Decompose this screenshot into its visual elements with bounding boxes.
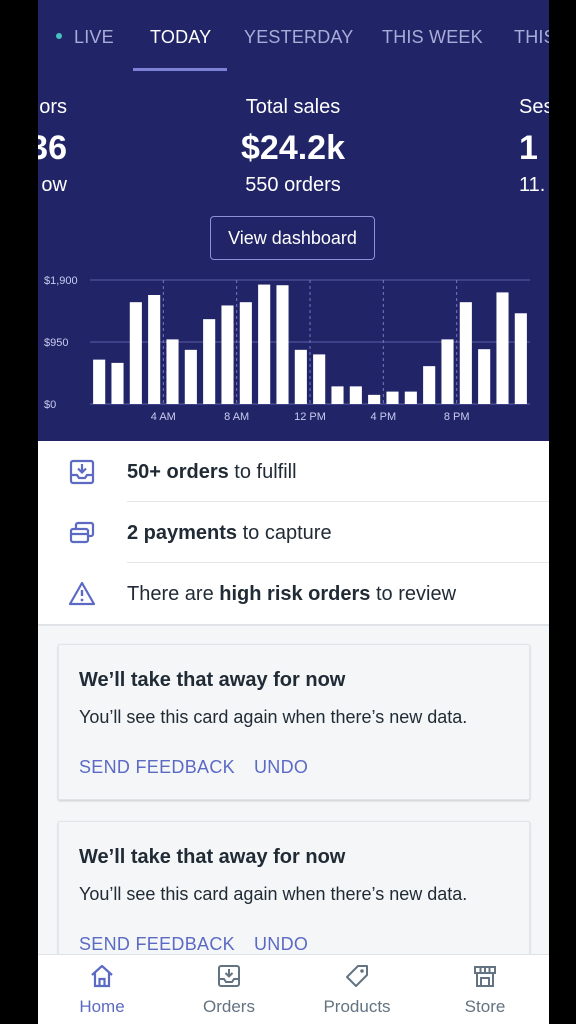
sales-overview-header: LIVE TODAY YESTERDAY THIS WEEK THIS ors …: [38, 0, 549, 441]
metric-orders-label: ors: [39, 96, 67, 118]
nav-products-label: Products: [323, 997, 391, 1016]
card-body: You’ll see this card again when there’s …: [79, 707, 468, 727]
undo-button[interactable]: UNDO: [254, 757, 308, 778]
chart-bar: [349, 386, 362, 404]
nav-home-label: Home: [79, 997, 125, 1016]
task-payments-to-capture[interactable]: 2 payments to capture: [38, 502, 549, 563]
x-tick-label: 4 PM: [370, 411, 396, 423]
nav-store-label: Store: [464, 997, 506, 1016]
chart-bar: [441, 339, 454, 404]
metric-sessions-label: Ses: [519, 96, 549, 118]
chart-bar: [184, 349, 197, 404]
metric-orders-sub: ow: [41, 174, 67, 196]
store-icon: [474, 966, 496, 987]
metric-sessions-value: 1: [519, 129, 538, 167]
metric-sessions-partial[interactable]: Ses 1 11.: [519, 96, 549, 197]
total-sales-value: $24.2k: [241, 129, 345, 167]
task-payments-bold: 2 payments: [127, 522, 238, 544]
live-indicator-dot: [56, 33, 62, 40]
y-tick-label: $950: [44, 337, 68, 349]
metric-total-sales[interactable]: Total sales $24.2k 550 orders: [193, 96, 393, 197]
chart-bar: [258, 284, 271, 404]
card-title: We’ll take that away for now: [79, 669, 346, 691]
chart-bar: [496, 292, 509, 404]
warning-triangle-icon: [68, 581, 96, 606]
tab-this-week[interactable]: THIS WEEK: [382, 27, 483, 48]
tab-this-month[interactable]: THIS: [514, 27, 549, 48]
send-feedback-button[interactable]: SEND FEEDBACK: [79, 757, 235, 778]
y-tick-label: $0: [44, 399, 56, 411]
tab-yesterday[interactable]: YESTERDAY: [244, 27, 354, 48]
task-payments-rest: to capture: [237, 522, 332, 544]
chart-bar: [166, 339, 179, 404]
tag-icon: [346, 965, 368, 987]
active-tab-indicator: [133, 68, 227, 71]
nav-orders-label: Orders: [203, 997, 255, 1016]
chart-bar: [404, 391, 417, 404]
task-list: 50+ orders to fulfill 2 payments to capt…: [38, 441, 549, 626]
chart-bar: [368, 394, 381, 404]
tab-live-label: LIVE: [74, 27, 114, 47]
undo-button[interactable]: UNDO: [254, 934, 308, 955]
chart-bar: [294, 349, 307, 404]
task-risk-text: There are high risk orders to review: [127, 583, 456, 606]
chart-bar: [423, 366, 436, 404]
chart-bar: [478, 349, 491, 404]
inbox-download-icon: [69, 459, 95, 485]
x-tick-label: 12 PM: [294, 411, 326, 423]
chart-bar: [313, 354, 326, 404]
nav-store[interactable]: Store: [425, 955, 545, 1024]
chart-bar: [276, 285, 289, 404]
metric-sessions-sub: 11.: [519, 174, 546, 196]
total-sales-orders: 550 orders: [245, 174, 341, 196]
chart-bar: [459, 302, 472, 404]
task-orders-text: 50+ orders to fulfill: [127, 461, 297, 484]
sales-bar-chart: $1,900 $950 $0 4 AM 8 AM 12 PM 4 PM 8 PM: [38, 265, 549, 441]
chart-bar: [331, 386, 344, 404]
bottom-navigation: Home Orders Products Store: [38, 954, 549, 1024]
card-body: You’ll see this card again when there’s …: [79, 884, 468, 904]
task-orders-to-fulfill[interactable]: 50+ orders to fulfill: [38, 441, 549, 502]
x-tick-label: 8 PM: [444, 411, 470, 423]
x-tick-label: 8 AM: [224, 411, 249, 423]
card-title: We’ll take that away for now: [79, 846, 346, 868]
task-payments-text: 2 payments to capture: [127, 522, 332, 545]
nav-home[interactable]: Home: [42, 955, 162, 1024]
chart-bar: [93, 359, 106, 404]
task-risk-bold: high risk orders: [219, 583, 371, 605]
task-risk-pre: There are: [127, 583, 220, 605]
tab-today[interactable]: TODAY: [150, 27, 211, 48]
total-sales-label: Total sales: [245, 96, 341, 118]
date-range-tabs: LIVE TODAY YESTERDAY THIS WEEK THIS: [38, 0, 549, 72]
nav-products[interactable]: Products: [297, 955, 417, 1024]
app-screen: LIVE TODAY YESTERDAY THIS WEEK THIS ors …: [38, 0, 549, 1024]
chart-bar: [239, 302, 252, 404]
orders-icon: [218, 965, 240, 987]
send-feedback-button[interactable]: SEND FEEDBACK: [79, 934, 235, 955]
task-high-risk-orders[interactable]: There are high risk orders to review: [38, 563, 549, 624]
chart-bar: [203, 319, 216, 404]
task-orders-rest: to fulfill: [228, 461, 297, 483]
chart-bar: [111, 362, 124, 404]
task-risk-rest: to review: [370, 583, 457, 605]
home-icon: [91, 964, 113, 988]
task-orders-bold: 50+ orders: [127, 461, 229, 483]
chart-bar: [221, 305, 234, 404]
view-dashboard-button[interactable]: View dashboard: [210, 216, 375, 260]
metric-orders-partial[interactable]: ors 36 ow: [38, 96, 67, 197]
dismissed-card: We’ll take that away for now You’ll see …: [58, 644, 530, 800]
x-tick-label: 4 AM: [151, 411, 176, 423]
chart-bar: [148, 295, 161, 404]
chart-bar: [514, 313, 527, 404]
chart-bar: [386, 391, 399, 404]
payment-cards-icon: [69, 521, 95, 544]
tab-live[interactable]: LIVE: [56, 27, 114, 48]
metric-orders-value: 36: [38, 129, 67, 167]
sales-chart-svg: $1,900 $950 $0 4 AM 8 AM 12 PM 4 PM 8 PM: [44, 275, 530, 423]
chart-bar: [129, 302, 142, 404]
y-tick-label: $1,900: [44, 275, 78, 287]
nav-orders[interactable]: Orders: [169, 955, 289, 1024]
